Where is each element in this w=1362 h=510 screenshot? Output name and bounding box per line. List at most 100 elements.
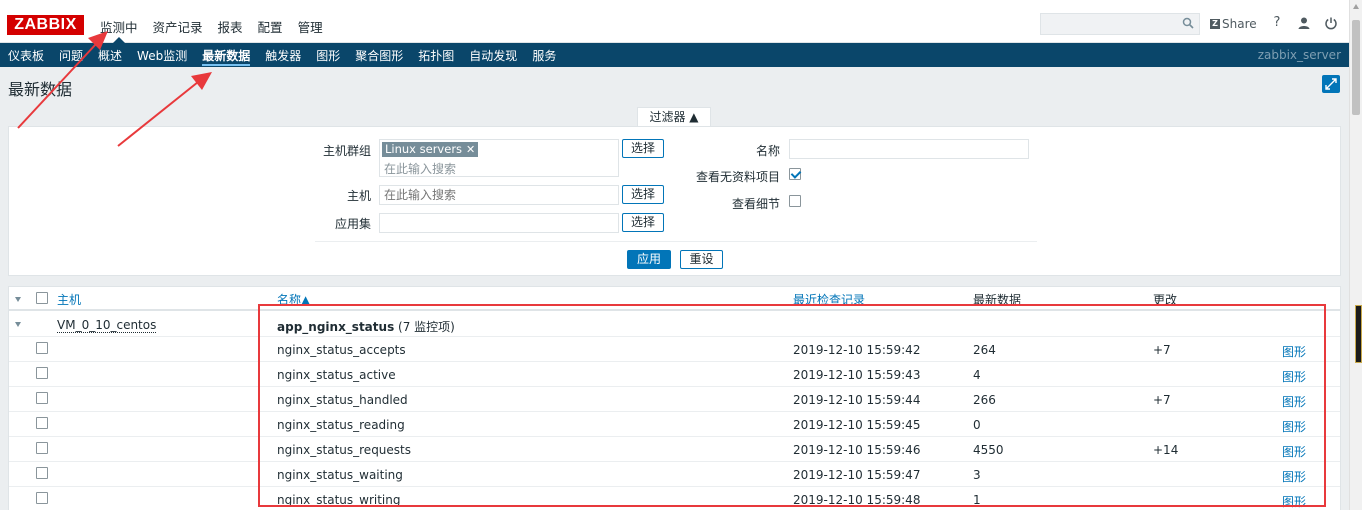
sub-menu-graphs[interactable]: 图形 bbox=[316, 47, 340, 64]
host-input[interactable] bbox=[379, 185, 619, 205]
item-change: +7 bbox=[1153, 393, 1171, 407]
sub-menu-maps[interactable]: 拓扑图 bbox=[418, 47, 454, 64]
item-name: nginx_status_accepts bbox=[277, 343, 406, 357]
name-input[interactable] bbox=[789, 139, 1029, 159]
table-row: nginx_status_writing 2019-12-10 15:59:48… bbox=[9, 487, 1340, 510]
side-widget[interactable] bbox=[1355, 305, 1362, 363]
collapse-all-icon[interactable] bbox=[15, 297, 21, 302]
apply-button[interactable]: 应用 bbox=[627, 250, 671, 269]
graph-link[interactable]: 图形 bbox=[1282, 343, 1306, 360]
host-group-multiselect[interactable]: Linux servers ✕ 在此输入搜索 bbox=[379, 139, 619, 177]
row-checkbox[interactable] bbox=[36, 342, 48, 354]
row-checkbox[interactable] bbox=[36, 442, 48, 454]
select-all-checkbox[interactable] bbox=[36, 292, 48, 304]
graph-link[interactable]: 图形 bbox=[1282, 368, 1306, 385]
name-label: 名称 bbox=[755, 144, 780, 158]
row-checkbox[interactable] bbox=[36, 467, 48, 479]
host-group-label: 主机群组 bbox=[322, 144, 371, 158]
help-icon[interactable]: ? bbox=[1270, 16, 1284, 30]
show-items-without-data-checkbox[interactable] bbox=[789, 168, 801, 180]
host-group-placeholder: 在此输入搜索 bbox=[384, 162, 457, 176]
host-group-select-button[interactable]: 选择 bbox=[622, 139, 664, 158]
row-checkbox[interactable] bbox=[36, 367, 48, 379]
item-name: nginx_status_active bbox=[277, 368, 396, 382]
item-last-check: 2019-12-10 15:59:42 bbox=[793, 343, 921, 357]
table-row: nginx_status_reading 2019-12-10 15:59:45… bbox=[9, 412, 1340, 437]
page-scrollbar[interactable] bbox=[1349, 0, 1362, 510]
table-header: 主机 名称▲ 最近检查记录 最新数据 更改 bbox=[9, 287, 1340, 311]
sub-menu-problems[interactable]: 问题 bbox=[59, 47, 83, 64]
graph-link[interactable]: 图形 bbox=[1282, 493, 1306, 510]
host-select-button[interactable]: 选择 bbox=[622, 185, 664, 204]
item-name: nginx_status_requests bbox=[277, 443, 412, 457]
main-menu-configuration[interactable]: 配置 bbox=[258, 17, 283, 36]
remove-tag-icon[interactable]: ✕ bbox=[466, 142, 475, 157]
expand-icon bbox=[1325, 78, 1337, 90]
host-name[interactable]: VM_0_10_centos bbox=[57, 318, 157, 333]
fullscreen-button[interactable] bbox=[1322, 75, 1340, 93]
row-checkbox[interactable] bbox=[36, 392, 48, 404]
sub-menu-overview[interactable]: 概述 bbox=[98, 47, 122, 64]
main-menu-reports[interactable]: 报表 bbox=[218, 17, 243, 36]
main-menu: 监测中 资产记录 报表 配置 管理 bbox=[100, 17, 338, 43]
show-details-label: 查看细节 bbox=[731, 197, 780, 211]
application-label: 应用集 bbox=[334, 217, 371, 231]
main-menu-monitoring[interactable]: 监测中 bbox=[100, 17, 138, 43]
zabbix-logo[interactable]: ZABBIX bbox=[7, 15, 84, 35]
sub-menu-services[interactable]: 服务 bbox=[532, 47, 556, 64]
application-select-button[interactable]: 选择 bbox=[622, 213, 664, 232]
global-search-input[interactable] bbox=[1041, 14, 1181, 34]
page-title: 最新数据 bbox=[8, 80, 73, 99]
main-menu-inventory[interactable]: 资产记录 bbox=[153, 17, 203, 36]
reset-button[interactable]: 重设 bbox=[680, 250, 723, 269]
item-last-value: 3 bbox=[973, 468, 981, 482]
graph-link[interactable]: 图形 bbox=[1282, 418, 1306, 435]
sign-out-icon[interactable] bbox=[1324, 16, 1338, 30]
sub-menu-web[interactable]: Web监测 bbox=[137, 47, 187, 64]
latest-data-table: 主机 名称▲ 最近检查记录 最新数据 更改 VM_0_10_centos app… bbox=[8, 286, 1341, 510]
header-name[interactable]: 名称▲ bbox=[277, 291, 310, 308]
item-last-check: 2019-12-10 15:59:45 bbox=[793, 418, 921, 432]
item-last-check: 2019-12-10 15:59:46 bbox=[793, 443, 921, 457]
row-checkbox[interactable] bbox=[36, 492, 48, 504]
show-details-checkbox[interactable] bbox=[789, 195, 801, 207]
application-input[interactable] bbox=[379, 213, 619, 233]
item-name: nginx_status_waiting bbox=[277, 468, 403, 482]
graph-link[interactable]: 图形 bbox=[1282, 468, 1306, 485]
sub-menu-triggers[interactable]: 触发器 bbox=[265, 47, 301, 64]
sub-menu-discovery[interactable]: 自动发现 bbox=[469, 47, 517, 64]
sub-menu-dashboard[interactable]: 仪表板 bbox=[8, 47, 44, 64]
share-link[interactable]: Z Share bbox=[1210, 17, 1257, 31]
scroll-thumb[interactable] bbox=[1352, 20, 1360, 115]
header-host[interactable]: 主机 bbox=[57, 291, 81, 308]
application-row: VM_0_10_centos app_nginx_status (7 监控项) bbox=[9, 312, 1340, 337]
item-name: nginx_status_handled bbox=[277, 393, 408, 407]
user-profile-icon[interactable] bbox=[1297, 16, 1311, 30]
table-row: nginx_status_accepts 2019-12-10 15:59:42… bbox=[9, 337, 1340, 362]
header-last-check[interactable]: 最近检查记录 bbox=[793, 291, 865, 308]
graph-link[interactable]: 图形 bbox=[1282, 443, 1306, 460]
table-row: nginx_status_waiting 2019-12-10 15:59:47… bbox=[9, 462, 1340, 487]
collapse-host-icon[interactable] bbox=[15, 322, 21, 327]
table-row: nginx_status_handled 2019-12-10 15:59:44… bbox=[9, 387, 1340, 412]
item-name: nginx_status_writing bbox=[277, 493, 401, 507]
host-label: 主机 bbox=[346, 189, 371, 203]
header-change: 更改 bbox=[1153, 293, 1178, 307]
header-last-value: 最新数据 bbox=[973, 293, 1022, 307]
filter-panel: 主机群组 Linux servers ✕ 在此输入搜索 选择 主机 选择 应用集… bbox=[8, 126, 1341, 276]
item-last-value: 4550 bbox=[973, 443, 1004, 457]
table-row: nginx_status_requests 2019-12-10 15:59:4… bbox=[9, 437, 1340, 462]
row-checkbox[interactable] bbox=[36, 417, 48, 429]
graph-link[interactable]: 图形 bbox=[1282, 393, 1306, 410]
search-icon[interactable] bbox=[1182, 17, 1194, 29]
scroll-up-icon[interactable] bbox=[1353, 4, 1359, 9]
share-label: Share bbox=[1222, 17, 1257, 31]
item-last-check: 2019-12-10 15:59:48 bbox=[793, 493, 921, 507]
item-change: +7 bbox=[1153, 343, 1171, 357]
item-last-value: 1 bbox=[973, 493, 981, 507]
filter-tab[interactable]: 过滤器 ▲ bbox=[637, 107, 711, 127]
sub-menu-screens[interactable]: 聚合图形 bbox=[355, 47, 403, 64]
sub-menu-latest-data[interactable]: 最新数据 bbox=[202, 47, 251, 66]
item-name: nginx_status_reading bbox=[277, 418, 405, 432]
main-menu-administration[interactable]: 管理 bbox=[298, 17, 323, 36]
